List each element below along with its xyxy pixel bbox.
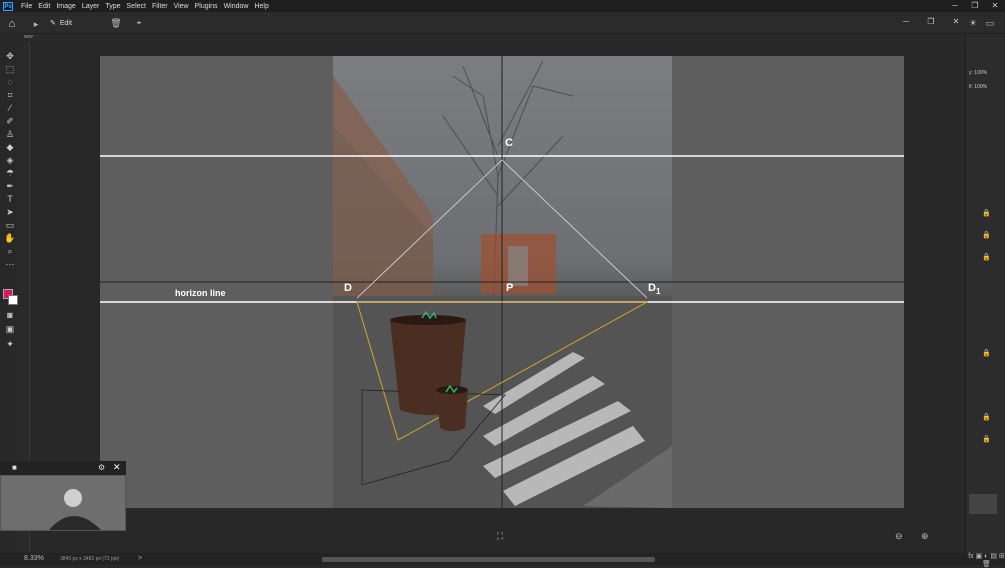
screen-mode-icon[interactable]: ▣ [2, 323, 18, 336]
document-size: 3840 px x 3482 px (72 ppi) [60, 556, 120, 562]
path-select-tool-icon[interactable]: ➤ [2, 206, 18, 219]
layer-lock-icon: 🔒 [982, 436, 991, 443]
layer-lock-icon: 🔒 [982, 232, 991, 239]
camera-icon: ■ [12, 463, 17, 472]
edit-icon: ✎ [50, 20, 56, 27]
horizontal-scrollbar[interactable] [322, 557, 655, 562]
move-tool-icon[interactable]: ✥ [2, 50, 18, 63]
selected-layer-thumb[interactable] [969, 494, 997, 514]
background-color-swatch[interactable] [8, 295, 18, 305]
menu-image[interactable]: Image [56, 3, 75, 10]
stamp-tool-icon[interactable]: ♙ [2, 128, 18, 141]
street-photo-drawing [333, 60, 672, 508]
workspace-icon[interactable]: ▭ [984, 17, 996, 29]
layer-lock-icon: 🔒 [982, 210, 991, 217]
menu-type[interactable]: Type [105, 3, 120, 10]
edit-button[interactable]: ✎ Edit [50, 16, 72, 30]
opacity-field[interactable]: y: 100% [969, 70, 987, 76]
ruler-top [30, 34, 965, 42]
options-bar [0, 12, 1005, 34]
fill-value: 100% [974, 84, 988, 90]
crop-tool-icon[interactable]: ⌗ [2, 89, 18, 102]
maximize-button[interactable]: ❐ [965, 0, 985, 12]
menu-layer[interactable]: Layer [82, 3, 100, 10]
photoshop-logo: Ps [3, 1, 13, 11]
light-icon[interactable]: ☀ [967, 17, 979, 29]
menu-file[interactable]: File [21, 3, 32, 10]
minimize-button[interactable]: ─ [945, 0, 965, 12]
zoom-out-icon[interactable]: ⊖ [895, 531, 903, 542]
fill-field[interactable]: fi: 100% [969, 84, 987, 90]
doc-restore-button[interactable]: ❐ [921, 16, 941, 28]
zoom-in-icon[interactable]: ⊕ [921, 531, 929, 542]
label-d: D [344, 282, 352, 294]
fill-label: fi: [969, 84, 973, 90]
menu-window[interactable]: Window [224, 3, 249, 10]
label-c: C [505, 137, 513, 149]
label-d1-sub: 1 [655, 287, 661, 297]
doc-close-button[interactable]: ✕ [946, 16, 966, 28]
window-controls: ─ ❐ ✕ [945, 0, 1005, 12]
menu-select[interactable]: Select [127, 3, 146, 10]
close-button[interactable]: ✕ [985, 0, 1005, 12]
home-icon[interactable]: ⌂ [4, 16, 20, 32]
zoom-tool-icon[interactable]: ⌕ [2, 245, 18, 258]
label-horizon-line: horizon line [175, 288, 226, 298]
contextual-taskbar-icon[interactable]: ⛶ [497, 531, 503, 542]
webcam-bar: ■ ⚙ ✕ [0, 461, 126, 475]
doc-minimize-button[interactable]: ─ [896, 16, 916, 28]
menu-plugins[interactable]: Plugins [195, 3, 218, 10]
toolbar: ✥ ⬚ ◌ ⌗ ⁄ ✐ ♙ ◆ ◈ ☂ ✒ T ➤ ▭ ✋ ⌕ ⋯ [0, 34, 20, 354]
eraser-tool-icon[interactable]: ◆ [2, 141, 18, 154]
opacity-value: 100% [974, 70, 988, 76]
eyedropper-tool-icon[interactable]: ⁄ [2, 102, 18, 115]
label-p: P [506, 282, 514, 294]
quickmask-icon[interactable]: ◙ [2, 309, 18, 322]
pen-tool-icon[interactable]: ✒ [2, 180, 18, 193]
lasso-tool-icon[interactable]: ◌ [2, 76, 18, 89]
menu-help[interactable]: Help [254, 3, 268, 10]
mask-icon[interactable]: ◓ [133, 17, 145, 29]
zoom-level[interactable]: 8.33% [24, 555, 44, 562]
edit-label: Edit [59, 19, 72, 27]
label-d1: D1 [648, 282, 660, 296]
type-tool-icon[interactable]: T [2, 193, 18, 206]
street-photo[interactable] [333, 56, 672, 508]
layer-lock-icon: 🔒 [982, 350, 991, 357]
right-panel: y: 100% fi: 100% 🔒 🔒 🔒 🔒 🔒 🔒 fx ▣ ◐ ▤ ⊞ … [965, 34, 1005, 568]
webcam-settings-icon[interactable]: ⚙ [98, 463, 105, 472]
menu-view[interactable]: View [174, 3, 189, 10]
menu-edit[interactable]: Edit [38, 3, 50, 10]
document-tab[interactable]: wov [24, 34, 33, 40]
layer-lock-icon: 🔒 [982, 414, 991, 421]
menu-bar: Ps File Edit Image Layer Type Select Fil… [0, 0, 1005, 12]
layer-lock-icon: 🔒 [982, 254, 991, 261]
generate-icon[interactable]: ✦ [2, 338, 18, 351]
rectangle-tool-icon[interactable]: ▭ [2, 219, 18, 232]
marquee-tool-icon[interactable]: ⬚ [2, 63, 18, 76]
opacity-label: y: [969, 70, 973, 76]
brush-tool-icon[interactable]: ✐ [2, 115, 18, 128]
smudge-tool-icon[interactable]: ☂ [2, 167, 18, 180]
select-tool-icon[interactable]: ▸ [30, 18, 42, 30]
bucket-tool-icon[interactable]: ◈ [2, 154, 18, 167]
more-tools-icon[interactable]: ⋯ [2, 258, 18, 271]
status-menu-arrow[interactable]: > [138, 555, 142, 562]
label-d1-letter: D [648, 282, 656, 294]
webcam-close-icon[interactable]: ✕ [113, 462, 121, 473]
trash-icon[interactable]: 🗑 [110, 17, 122, 29]
hand-tool-icon[interactable]: ✋ [2, 232, 18, 245]
menu-filter[interactable]: Filter [152, 3, 168, 10]
layer-fx-icon[interactable]: fx ▣ ◐ ▤ ⊞ 🗑 [968, 552, 1005, 568]
